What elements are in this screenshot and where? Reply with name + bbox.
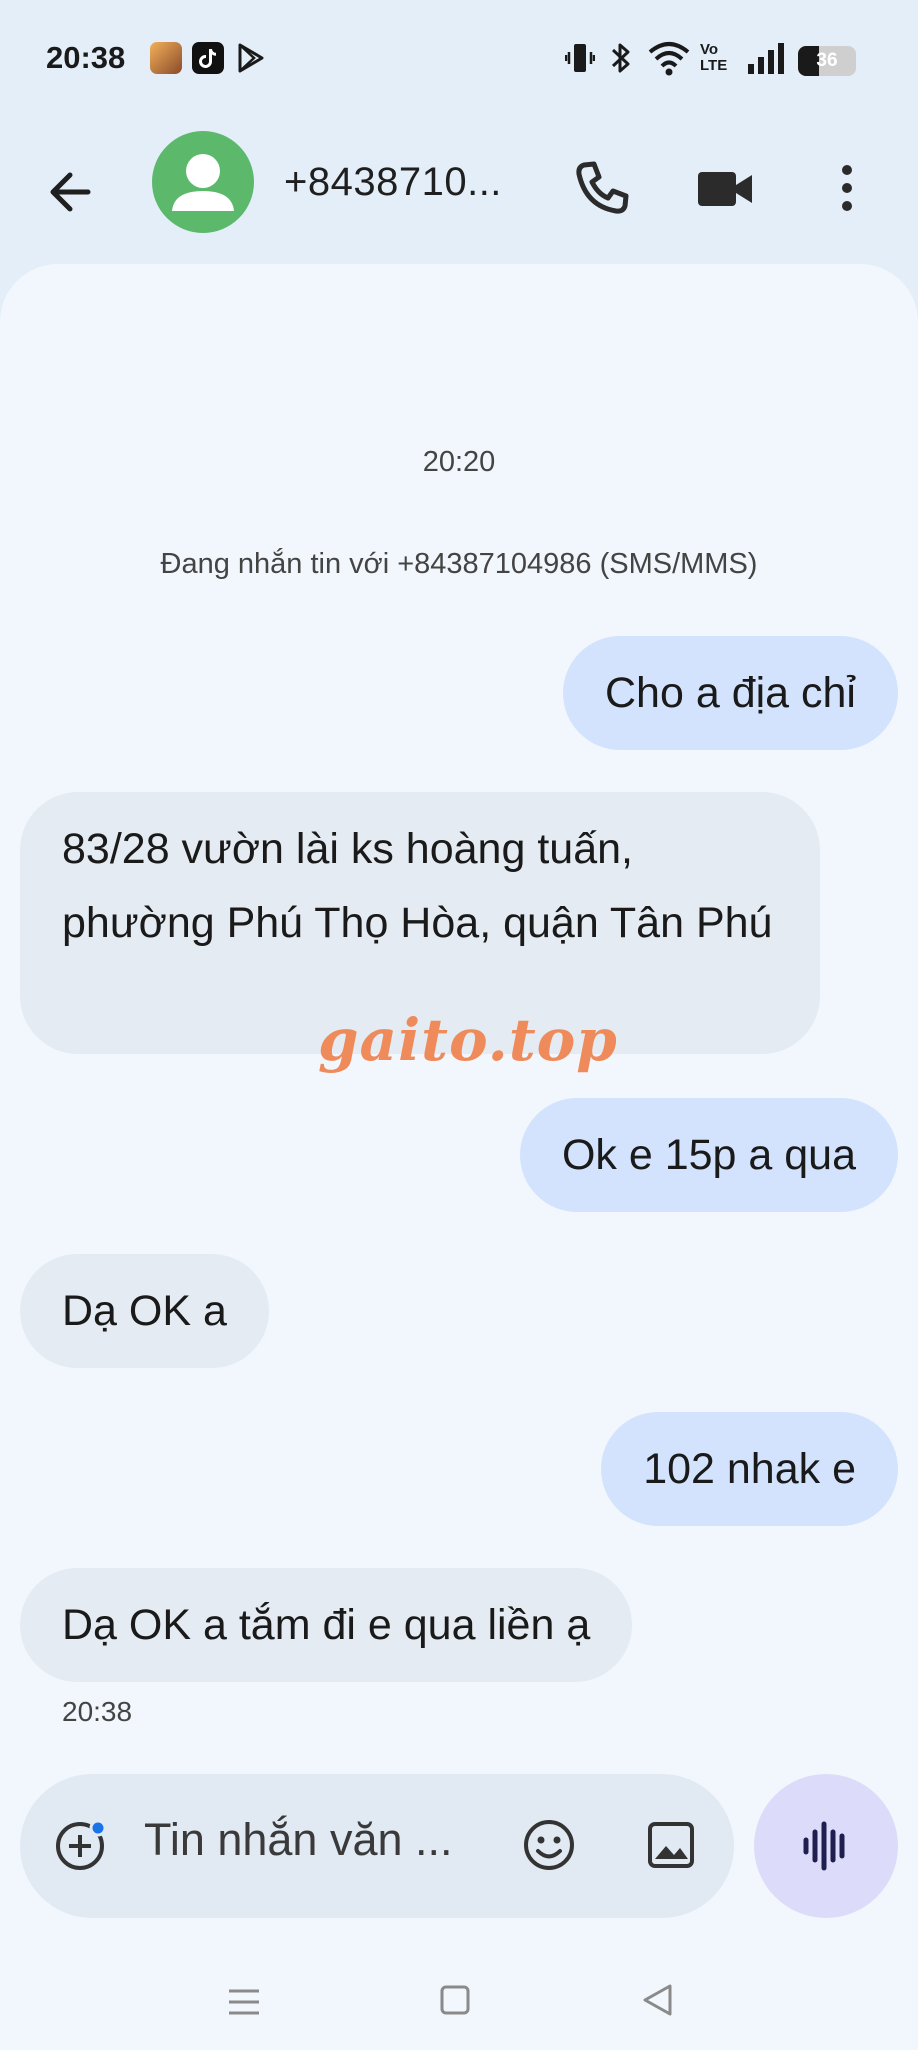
recent-apps-button[interactable] (226, 1984, 262, 2020)
wifi-icon (648, 40, 690, 76)
voice-icon (803, 1821, 845, 1871)
add-icon (56, 1819, 107, 1870)
vibrate-icon (564, 40, 596, 76)
emoji-button[interactable] (520, 1816, 578, 1874)
battery-level: 36 (816, 50, 838, 71)
watermark: gaito.top (318, 1006, 618, 1074)
more-vert-icon (842, 165, 852, 211)
navigation-bar (0, 1958, 918, 2050)
image-icon (648, 1822, 694, 1868)
person-icon (172, 154, 234, 211)
play-store-icon (236, 42, 266, 74)
conversation-header: +8438710... (0, 120, 918, 250)
message-outgoing[interactable]: Cho a địa chỉ (563, 636, 898, 750)
voice-message-button[interactable] (754, 1774, 898, 1918)
video-camera-icon (698, 172, 752, 206)
video-call-button[interactable] (690, 156, 760, 220)
battery-icon: 36 (798, 46, 856, 76)
bluetooth-icon (608, 40, 634, 76)
more-options-button[interactable] (822, 156, 872, 220)
home-button[interactable] (437, 1982, 473, 2018)
message-incoming[interactable]: Dạ OK a (20, 1254, 269, 1368)
emoji-icon (524, 1820, 574, 1870)
back-arrow-icon (50, 172, 91, 212)
status-time: 20:38 (46, 40, 126, 75)
message-outgoing[interactable]: 102 nhak e (601, 1412, 898, 1526)
home-icon (440, 1985, 470, 2015)
timestamp: 20:20 (422, 446, 496, 478)
menu-icon (229, 1989, 259, 2015)
message-incoming[interactable]: Dạ OK a tắm đi e qua liền ạ (20, 1568, 633, 1682)
tiktok-icon (192, 42, 224, 74)
conversation-info: Đang nhắn tin với +84387104986 (SMS/MMS) (160, 548, 758, 580)
phone-icon (576, 161, 629, 214)
compose-bar: Tin nhắn văn ... (20, 1774, 734, 1918)
add-attachment-button[interactable] (52, 1818, 108, 1874)
back-button[interactable] (40, 160, 104, 224)
gallery-button[interactable] (642, 1816, 700, 1874)
message-timestamp: 20:38 (62, 1696, 133, 1727)
back-triangle-icon (643, 1984, 672, 2016)
message-input[interactable]: Tin nhắn văn ... (144, 1814, 453, 1866)
volte-icon: Vo LTE (700, 41, 728, 74)
status-bar: 20:38 Vo LTE 36 (0, 0, 918, 120)
avatar[interactable] (152, 131, 254, 233)
game-app-icon (150, 42, 182, 74)
signal-icon (746, 40, 786, 76)
call-button[interactable] (570, 156, 634, 220)
contact-name[interactable]: +8438710... (284, 160, 502, 205)
message-outgoing[interactable]: Ok e 15p a qua (519, 1098, 898, 1212)
back-nav-button[interactable] (640, 1982, 676, 2018)
